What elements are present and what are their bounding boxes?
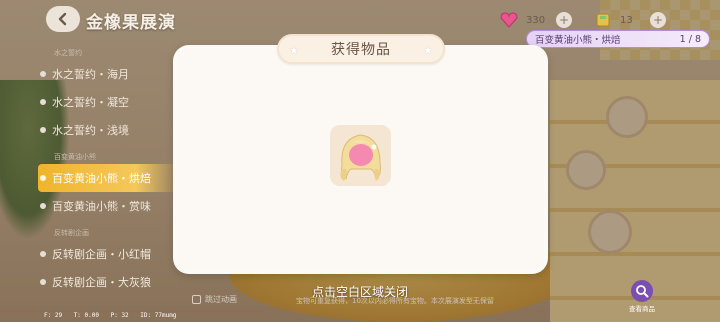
modal-title: 获得物品 xyxy=(331,42,391,58)
debug-f: F: 29 xyxy=(44,312,63,319)
list-item[interactable]: 百变黄油小熊・赏味 xyxy=(38,192,178,220)
checkbox[interactable] xyxy=(192,295,201,304)
blonde-hair-item-icon xyxy=(330,125,391,186)
costume-list-sidebar: 水之誓约 水之誓约・海月 水之誓约・凝空 水之誓约・浅境 百变黄油小熊 百变黄油… xyxy=(38,46,178,314)
skip-animation-toggle[interactable]: 跳过动画 xyxy=(192,294,237,305)
add-diamond-button[interactable]: + xyxy=(556,12,572,28)
ticket-icon xyxy=(594,12,612,28)
list-item[interactable]: 水之誓约・海月 xyxy=(38,60,178,88)
pink-heart-gem-icon xyxy=(500,12,518,28)
skip-animation-label: 跳过动画 xyxy=(205,295,237,304)
bullet-dot xyxy=(40,175,46,181)
list-item[interactable]: 水之誓约・浅境 xyxy=(38,116,178,144)
list-item-active[interactable]: 百变黄油小熊・烘焙 xyxy=(38,164,178,192)
bullet-dot xyxy=(40,203,46,209)
bullet-dot xyxy=(40,71,46,77)
bullet-dot xyxy=(40,251,46,257)
list-item[interactable]: 反转剧企画・小红帽 xyxy=(38,240,178,268)
back-button[interactable] xyxy=(46,6,80,32)
category-label: 水之誓约 xyxy=(54,49,82,57)
bullet-dot xyxy=(40,127,46,133)
reward-item-card[interactable] xyxy=(330,125,391,186)
debug-p: P: 32 xyxy=(110,312,129,319)
view-item-button[interactable]: 查看商品 xyxy=(626,280,658,314)
back-arrow-icon xyxy=(58,12,67,26)
debug-overlay: F: 29 T: 0.00 P: 32 ID: 77mumg xyxy=(44,312,184,319)
list-item-label: 水之誓约・凝空 xyxy=(52,96,129,109)
add-ticket-button[interactable]: + xyxy=(650,12,666,28)
modal-title-banner: ★ 获得物品 ★ xyxy=(277,34,445,64)
debug-id: ID: 77mumg xyxy=(140,312,177,319)
list-item-label: 百变黄油小熊・烘焙 xyxy=(52,172,151,185)
list-item-label: 水之誓约・海月 xyxy=(52,68,129,81)
view-item-label: 查看商品 xyxy=(629,305,655,313)
collection-progress-pill: 百变黄油小熊・烘焙 1 / 8 xyxy=(526,30,710,48)
list-item-label: 百变黄油小熊・赏味 xyxy=(52,200,151,213)
category-label: 百变黄油小熊 xyxy=(54,153,96,161)
star-icon: ★ xyxy=(289,44,299,57)
list-item-label: 水之誓约・浅境 xyxy=(52,124,129,137)
drop-rate-note: 宝物可重复获得，10次以内必得所有宝物。本次展演发型无保留 xyxy=(296,297,494,305)
magnifier-icon xyxy=(631,280,653,302)
debug-t: T: 0.00 xyxy=(73,312,99,319)
ticket-value: 13 xyxy=(620,14,633,26)
diamond-value: 330 xyxy=(526,14,546,26)
star-icon: ★ xyxy=(423,44,433,57)
collection-name: 百变黄油小熊・烘焙 xyxy=(535,35,621,46)
bullet-dot xyxy=(40,99,46,105)
page-title: 金橡果展演 xyxy=(86,13,176,33)
ticket-counter: 13 + xyxy=(594,12,666,28)
list-item-label: 反转剧企画・小红帽 xyxy=(52,248,151,261)
category-label: 反转剧企画 xyxy=(54,229,89,237)
diamond-counter: 330 + xyxy=(500,12,572,28)
list-item[interactable]: 水之誓约・凝空 xyxy=(38,88,178,116)
collection-progress: 1 / 8 xyxy=(679,33,701,45)
